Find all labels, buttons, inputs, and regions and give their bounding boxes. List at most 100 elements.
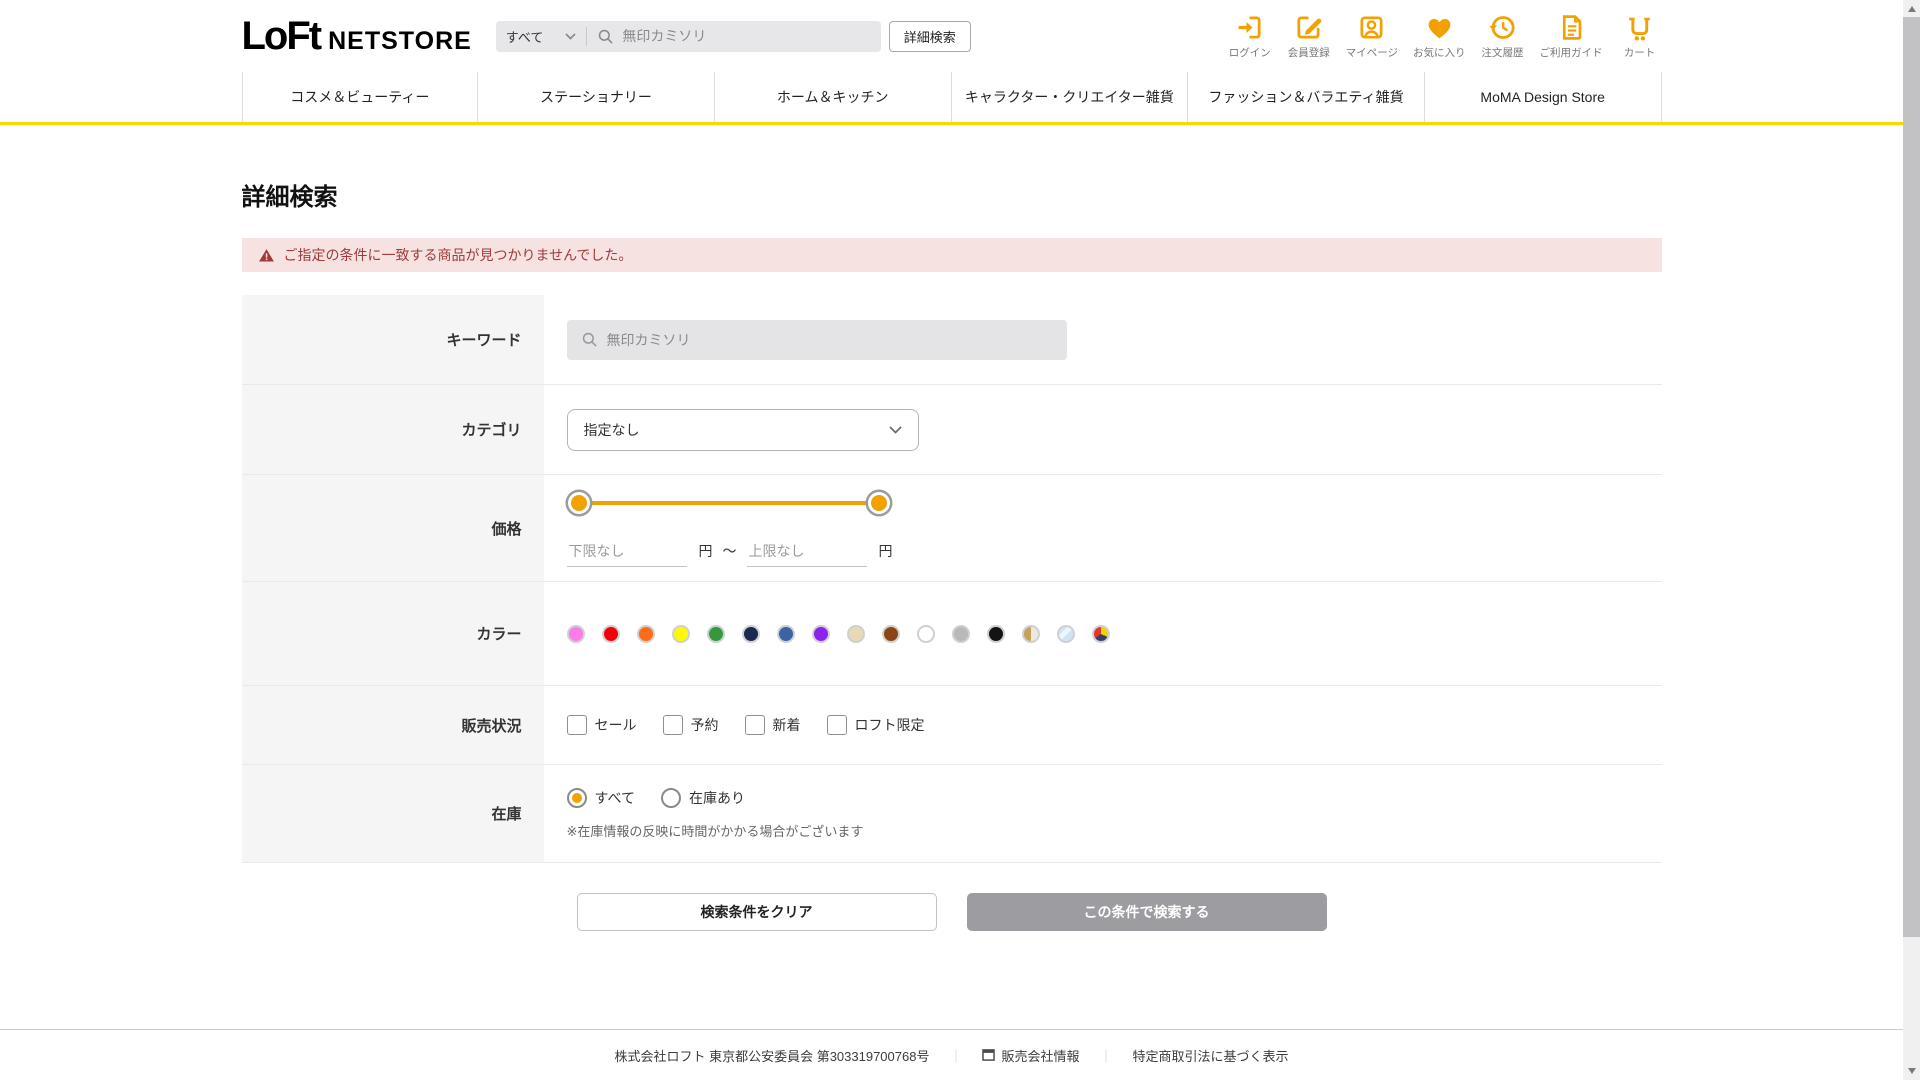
radio-in-stock-control: [660, 787, 681, 808]
header-search-bar: すべて: [495, 20, 881, 52]
loft-logo[interactable]: LoFt NETSTORE: [242, 14, 472, 59]
search-form: キーワード カテゴリ: [241, 295, 1662, 863]
footer: 株式会社ロフト 東京都公安委員会 第303319700768号 ｜ 販売会社情報…: [0, 1029, 1903, 1080]
favorites-button[interactable]: お気に入り: [1413, 13, 1466, 60]
color-swatch-yellow[interactable]: [671, 624, 690, 643]
radio-all[interactable]: すべて: [566, 787, 635, 808]
category-label: カテゴリ: [241, 385, 544, 474]
search-with-conditions-button[interactable]: この条件で検索する: [966, 893, 1327, 931]
color-swatch-orange[interactable]: [636, 624, 655, 643]
order-history-button[interactable]: 注文履歴: [1481, 13, 1525, 60]
color-swatch-white[interactable]: [916, 624, 935, 643]
nav-item-moma[interactable]: MoMA Design Store: [1425, 72, 1662, 122]
register-button[interactable]: 会員登録: [1287, 13, 1331, 60]
chevron-down-icon: [888, 425, 902, 434]
header: LoFt NETSTORE すべて 詳細検索: [0, 0, 1903, 72]
register-label: 会員登録: [1287, 46, 1330, 59]
footer-separator: ｜: [1099, 1048, 1113, 1064]
color-swatch-black[interactable]: [986, 624, 1005, 643]
stock-radio-group: すべて 在庫あり: [566, 787, 864, 808]
window-icon: [982, 1049, 996, 1061]
checkbox-box: [826, 715, 847, 735]
footer-separator: ｜: [949, 1048, 963, 1064]
color-swatch-multicolor[interactable]: [1091, 624, 1110, 643]
mypage-button[interactable]: マイページ: [1346, 13, 1398, 60]
checkbox-sale-label: セール: [594, 717, 637, 733]
register-icon: [1297, 15, 1322, 39]
scrollbar-up-arrow[interactable]: [1907, 6, 1916, 12]
logo-loft-text: LoFt: [241, 13, 323, 58]
search-icon: [599, 29, 613, 44]
cart-icon: [1629, 17, 1650, 41]
clear-conditions-button[interactable]: 検索条件をクリア: [576, 893, 937, 931]
nav-item-cosme[interactable]: コスメ＆ビューティー: [241, 72, 479, 122]
price-max-input[interactable]: [746, 543, 867, 567]
keyword-input[interactable]: [606, 331, 1053, 348]
color-swatch-clear[interactable]: [1056, 624, 1075, 643]
search-divider: [586, 26, 588, 46]
price-slider-min-handle[interactable]: [570, 495, 587, 511]
color-swatch-gray[interactable]: [951, 624, 970, 643]
checkbox-reserve[interactable]: 予約: [662, 715, 719, 735]
utility-menu: ログイン 会員登録 マイページ お気に入り 注文履歴 ご利用ガイド カート: [1228, 13, 1662, 60]
warning-icon: [258, 248, 274, 262]
form-row-stock: 在庫 すべて 在庫あり ※在庫情報の反映に時間がかかる場合がございます: [241, 765, 1662, 863]
color-swatch-beige[interactable]: [846, 624, 865, 643]
color-swatch-gold-silver[interactable]: [1021, 624, 1040, 643]
color-swatch-navy[interactable]: [741, 624, 760, 643]
price-range-tilde: ～: [722, 543, 737, 559]
search-category-value: すべて: [505, 29, 544, 45]
scrollbar-down-arrow[interactable]: [1907, 1068, 1916, 1074]
order-history-label: 注文履歴: [1481, 46, 1524, 59]
search-icon: [582, 332, 597, 347]
radio-all-label: すべて: [594, 789, 635, 806]
nav-item-stationery[interactable]: ステーショナリー: [478, 72, 715, 122]
form-row-price: 価格 円 ～: [241, 475, 1662, 582]
checkbox-new[interactable]: 新着: [744, 715, 801, 735]
scrollbar[interactable]: [1903, 0, 1920, 1080]
footer-link-company-info-label: 販売会社情報: [1001, 1048, 1080, 1064]
nav-item-home-kitchen[interactable]: ホーム＆キッチン: [715, 72, 952, 122]
color-swatch-red[interactable]: [601, 624, 620, 643]
price-min-input[interactable]: [566, 543, 687, 567]
category-select-value: 指定なし: [583, 421, 640, 438]
mypage-icon: [1360, 16, 1383, 38]
checkbox-new-label: 新着: [772, 717, 801, 733]
radio-in-stock[interactable]: 在庫あり: [660, 787, 745, 808]
price-slider-max-handle[interactable]: [870, 495, 887, 511]
favorites-icon: [1428, 18, 1451, 38]
header-search-input[interactable]: [622, 28, 871, 44]
color-swatch-blue[interactable]: [776, 624, 795, 643]
cart-button[interactable]: カート: [1618, 13, 1662, 60]
guide-label: ご利用ガイド: [1539, 46, 1603, 59]
status-checkbox-group: セール 予約 新着 ロフト限定: [566, 715, 925, 735]
checkbox-sale[interactable]: セール: [566, 715, 637, 735]
search-category-select[interactable]: すべて: [506, 27, 587, 46]
nav-item-fashion[interactable]: ファッション＆バラエティ雑貨: [1188, 72, 1425, 122]
main-content: 詳細検索 ご指定の条件に一致する商品が見つかりませんでした。 キーワード 無印カ…: [241, 177, 1662, 931]
nav-item-character[interactable]: キャラクター・クリエイター雑貨: [952, 72, 1189, 122]
logo-netstore-text: NETSTORE: [328, 26, 472, 55]
scrollbar-thumb[interactable]: [1903, 17, 1920, 937]
category-select[interactable]: 指定なし: [566, 408, 919, 451]
chevron-down-icon: [565, 32, 577, 40]
color-swatch-green[interactable]: [706, 624, 725, 643]
detail-search-button[interactable]: 詳細検索: [888, 20, 971, 52]
footer-company-text: 株式会社ロフト 東京都公安委員会 第303319700768号: [614, 1048, 930, 1064]
guide-button[interactable]: ご利用ガイド: [1540, 13, 1603, 60]
color-swatch-purple[interactable]: [811, 624, 830, 643]
checkbox-loft-limited-label: ロフト限定: [854, 717, 925, 733]
slider-track: [578, 501, 879, 505]
stock-note: ※在庫情報の反映に時間がかかる場合がございます: [566, 823, 864, 839]
checkbox-box: [744, 715, 765, 735]
footer-link-company-info[interactable]: 販売会社情報: [982, 1046, 1079, 1065]
footer-link-legal[interactable]: 特定商取引法に基づく表示: [1133, 1046, 1289, 1065]
price-range-slider: [570, 489, 887, 517]
checkbox-loft-limited[interactable]: ロフト限定: [826, 715, 925, 735]
form-row-status: 販売状況 セール 予約 新着 ロフト限定: [241, 686, 1662, 765]
login-label: ログイン: [1228, 46, 1271, 59]
login-button[interactable]: ログイン: [1228, 13, 1272, 60]
color-swatch-brown[interactable]: [881, 624, 900, 643]
price-min-unit: 円: [698, 543, 713, 559]
color-swatch-pink[interactable]: [566, 624, 585, 643]
